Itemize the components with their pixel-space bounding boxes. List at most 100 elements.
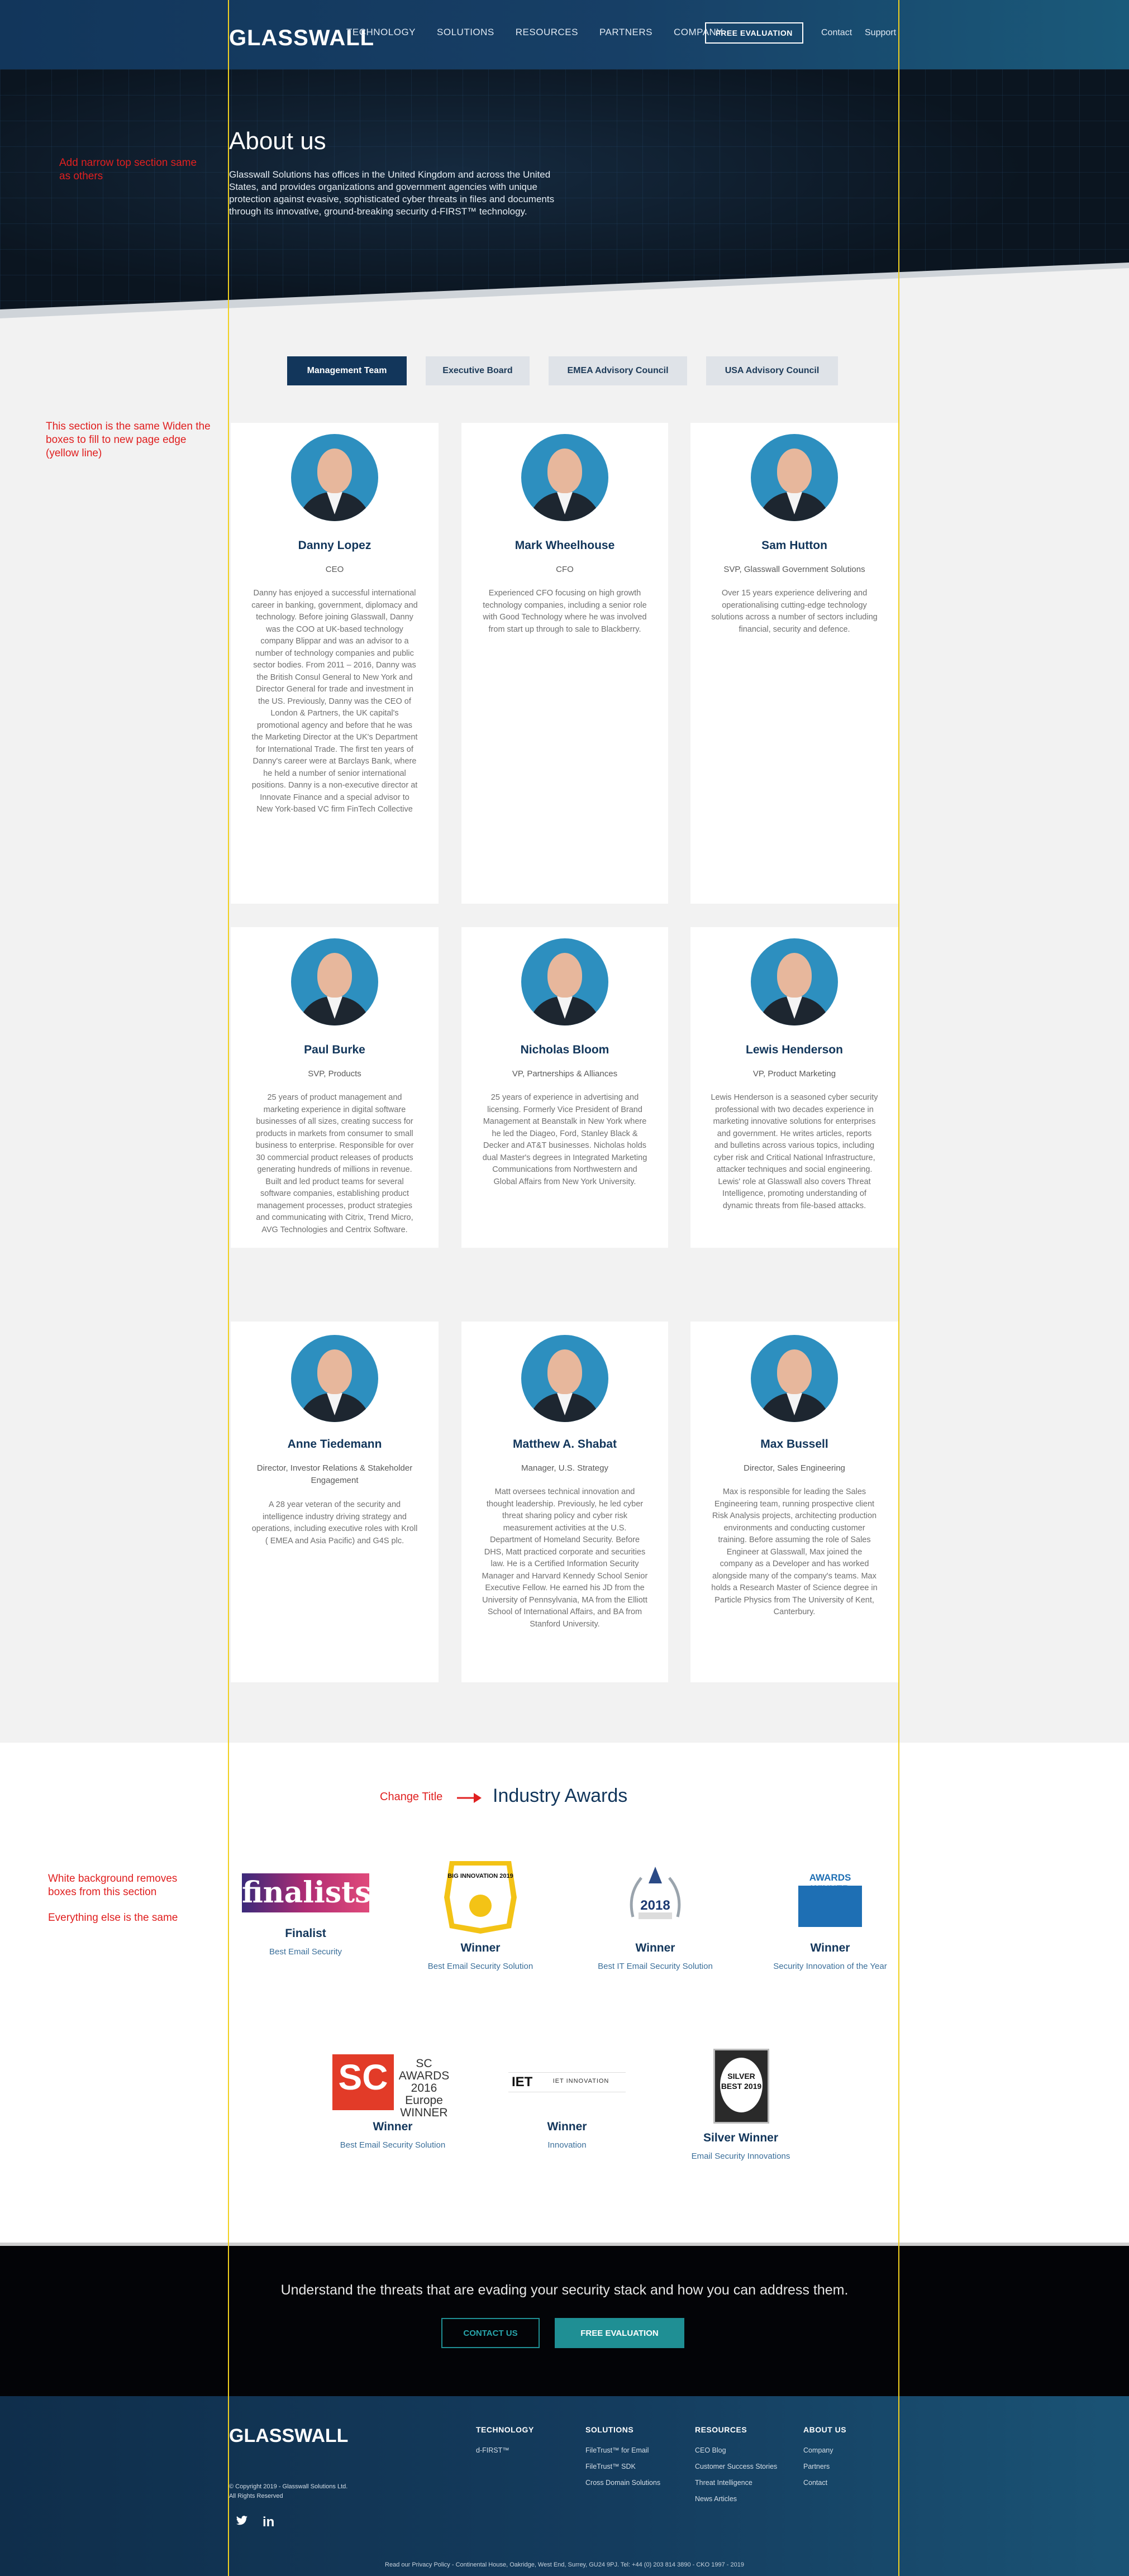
member-name: Paul Burke: [304, 1043, 365, 1056]
award-description: Best IT Email Security Solution: [598, 1962, 713, 1971]
award-security-innovation: AWARDS WINNER Winner Security Innovation…: [758, 1861, 903, 1972]
member-role: SVP, Glasswall Government Solutions: [723, 565, 865, 574]
footer-column-about-us: ABOUT US Company Partners Contact: [803, 2425, 847, 2487]
award-description: Best Email Security Solution: [427, 1962, 533, 1971]
big-innovation-award-logo: BIG INNOVATION 2019: [444, 1861, 517, 1934]
team-tabs: Management Team Executive Board EMEA Adv…: [287, 356, 838, 385]
award-status: Silver Winner: [703, 2131, 779, 2144]
member-role: Director, Investor Relations & Stakehold…: [256, 1463, 413, 1485]
footer-logo[interactable]: GLASSWALL: [229, 2425, 348, 2447]
platinum-award-logo: 2018: [616, 1861, 694, 1934]
silver-best-award-logo: SILVER BEST 2019: [710, 2049, 771, 2124]
team-card-max-bussell: Max Bussell Director, Sales Engineering …: [690, 1322, 898, 1682]
footer-link[interactable]: Cross Domain Solutions: [585, 2479, 660, 2487]
member-role: VP, Product Marketing: [752, 1069, 836, 1079]
member-name: Mark Wheelhouse: [515, 539, 615, 552]
award-description: Best Email Security: [269, 1947, 342, 1957]
avatar: [521, 434, 608, 521]
footer-link[interactable]: d-FIRST™: [476, 2446, 534, 2454]
award-description: Best Email Security Solution: [340, 2140, 446, 2150]
footer-link[interactable]: Contact: [803, 2479, 846, 2487]
footer-column-solutions: SOLUTIONS FileTrust™ for Email FileTrust…: [585, 2425, 661, 2487]
tab-management-team[interactable]: Management Team: [287, 356, 407, 385]
member-role: CEO: [325, 565, 344, 574]
member-bio: A 28 year veteran of the security and in…: [251, 1500, 418, 1545]
member-bio: Max is responsible for leading the Sales…: [711, 1487, 878, 1616]
awards-title: Industry Awards: [493, 1785, 628, 1806]
team-card-anne-tiedemann: Anne Tiedemann Director, Investor Relati…: [231, 1322, 439, 1682]
hero-angle-cut: [0, 263, 1129, 326]
linkedin-icon[interactable]: in: [263, 2515, 274, 2530]
finalists-award-logo: finalists: [242, 1861, 371, 1919]
member-name: Lewis Henderson: [746, 1043, 843, 1056]
glasswall-logo[interactable]: GLASSWALL: [229, 16, 374, 60]
team-card-matthew-shabat: Matthew A. Shabat Manager, U.S. Strategy…: [461, 1322, 668, 1682]
team-card-sam-hutton: Sam Hutton SVP, Glasswall Government Sol…: [690, 423, 898, 904]
footer-link[interactable]: News Articles: [695, 2495, 777, 2503]
main-nav: TECHNOLOGY SOLUTIONS RESOURCES PARTNERS …: [346, 27, 723, 38]
avatar: [521, 1335, 608, 1422]
footer-link[interactable]: Company: [803, 2446, 846, 2454]
free-evaluation-header-button[interactable]: FREE EVALUATION: [705, 22, 803, 44]
award-iet-innovation: IET IET INNOVATION Winner Innovation: [494, 2051, 640, 2151]
cta-text: Understand the threats that are evading …: [280, 2282, 849, 2298]
award-finalists: finalists Finalist Best Email Security: [233, 1861, 378, 1958]
award-status: Winner: [547, 2120, 587, 2133]
twitter-icon[interactable]: [235, 2515, 249, 2531]
member-name: Danny Lopez: [298, 539, 371, 552]
page-title: About us: [229, 127, 326, 155]
member-name: Max Bussell: [760, 1438, 828, 1451]
award-status: Finalist: [285, 1927, 326, 1940]
avatar: [291, 1335, 378, 1422]
team-card-danny-lopez: Danny Lopez CEO Danny has enjoyed a succ…: [231, 423, 439, 904]
tab-executive-board[interactable]: Executive Board: [426, 356, 530, 385]
award-description: Security Innovation of the Year: [773, 1962, 887, 1971]
member-role: VP, Partnerships & Alliances: [512, 1069, 618, 1079]
award-status: Winner: [460, 1941, 501, 1954]
member-role: CFO: [556, 565, 574, 574]
team-card-mark-wheelhouse: Mark Wheelhouse CFO Experienced CFO focu…: [461, 423, 668, 904]
avatar: [521, 938, 608, 1025]
footer-link[interactable]: Customer Success Stories: [695, 2463, 777, 2470]
contact-us-button[interactable]: CONTACT US: [441, 2318, 540, 2348]
member-bio: Lewis Henderson is a seasoned cyber secu…: [711, 1093, 878, 1210]
tab-usa-advisory-council[interactable]: USA Advisory Council: [706, 356, 838, 385]
avatar: [751, 938, 838, 1025]
member-name: Sam Hutton: [761, 539, 827, 552]
award-description: Innovation: [547, 2140, 587, 2150]
nav-solutions[interactable]: SOLUTIONS: [437, 27, 494, 38]
nav-partners[interactable]: PARTNERS: [599, 27, 652, 38]
member-role: Director, Sales Engineering: [744, 1463, 845, 1473]
award-status: Winner: [373, 2120, 413, 2133]
member-name: Nicholas Bloom: [520, 1043, 609, 1056]
arrow-right-icon: [457, 1793, 482, 1803]
contact-link[interactable]: Contact: [821, 28, 852, 38]
nav-technology[interactable]: TECHNOLOGY: [346, 27, 416, 38]
footer-link[interactable]: Threat Intelligence: [695, 2479, 777, 2487]
member-bio: Experienced CFO focusing on high growth …: [483, 589, 647, 634]
site-footer: [0, 2396, 1129, 2576]
annotation-everything-else: Everything else is the same: [48, 1912, 178, 1924]
nav-resources[interactable]: RESOURCES: [516, 27, 578, 38]
footer-column-technology: TECHNOLOGY d-FIRST™: [476, 2425, 534, 2454]
support-link[interactable]: Support: [865, 28, 896, 38]
footer-link[interactable]: FileTrust™ SDK: [585, 2463, 660, 2470]
iet-innovation-logo: IET IET INNOVATION: [508, 2051, 626, 2112]
team-card-nicholas-bloom: Nicholas Bloom VP, Partnerships & Allian…: [461, 927, 668, 1248]
footer-link[interactable]: Partners: [803, 2463, 846, 2470]
avatar: [751, 1335, 838, 1422]
member-bio: Over 15 years experience delivering and …: [711, 589, 878, 634]
annotation-section: This section is the same Widen the boxes…: [46, 421, 211, 459]
guide-line-left: [228, 0, 229, 2576]
site-header: GLASSWALL TECHNOLOGY SOLUTIONS RESOURCES…: [0, 0, 1129, 69]
tab-emea-advisory-council[interactable]: EMEA Advisory Council: [549, 356, 687, 385]
footer-link[interactable]: FileTrust™ for Email: [585, 2446, 660, 2454]
guide-line-right: [898, 0, 899, 2576]
member-name: Anne Tiedemann: [287, 1438, 382, 1451]
footer-link[interactable]: CEO Blog: [695, 2446, 777, 2454]
award-2018-platinum: 2018 Winner Best IT Email Security Solut…: [583, 1861, 728, 1972]
awards-section: [0, 1743, 1129, 2243]
free-evaluation-button[interactable]: FREE EVALUATION: [555, 2318, 684, 2348]
footer-column-resources: RESOURCES CEO Blog Customer Success Stor…: [695, 2425, 778, 2503]
member-bio: 25 years of product management and marke…: [255, 1093, 414, 1234]
